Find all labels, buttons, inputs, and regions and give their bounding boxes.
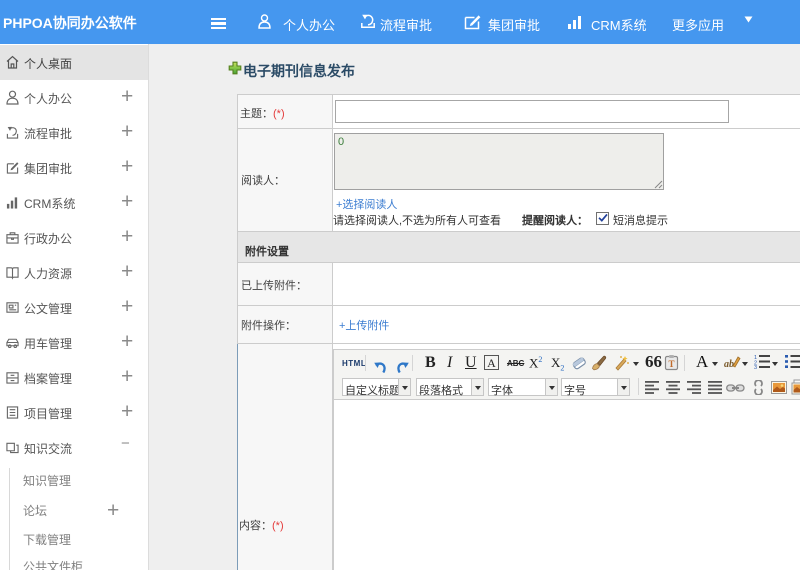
svg-text:ab: ab [724, 359, 734, 370]
svg-text:3: 3 [754, 365, 757, 369]
svg-text:T: T [668, 359, 674, 369]
